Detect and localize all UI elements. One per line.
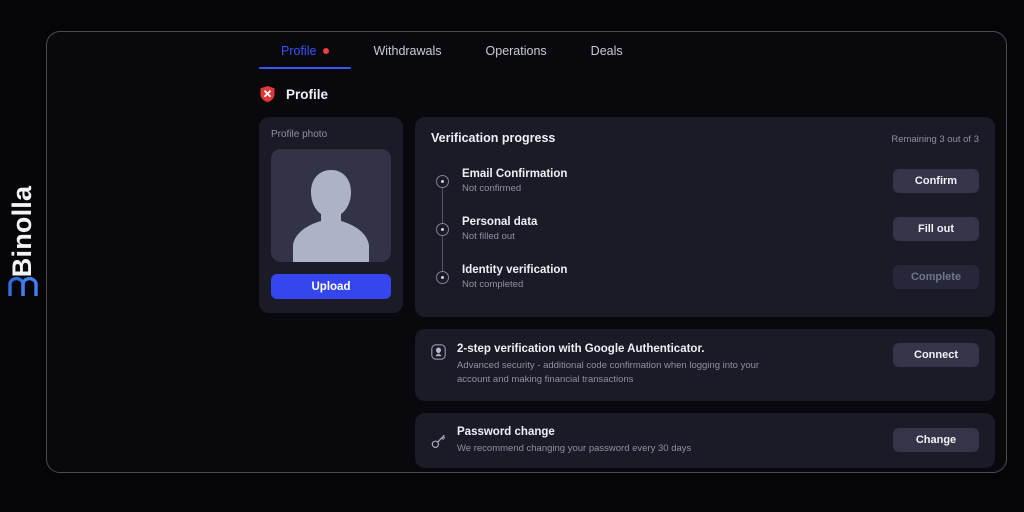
- fill-out-button[interactable]: Fill out: [893, 217, 979, 241]
- password-title: Password change: [457, 426, 879, 438]
- step-title: Identity verification: [462, 264, 893, 276]
- upload-button[interactable]: Upload: [271, 274, 391, 299]
- step-marker-icon: [431, 271, 453, 284]
- step-title: Personal data: [462, 216, 893, 228]
- two-step-title: 2-step verification with Google Authenti…: [457, 343, 879, 355]
- password-description: We recommend changing your password ever…: [457, 442, 777, 456]
- main-frame: Profile Withdrawals Operations Deals Pro…: [46, 31, 1007, 473]
- tab-withdrawals-label: Withdrawals: [373, 44, 441, 58]
- step-status: Not completed: [462, 279, 893, 290]
- tab-operations-label: Operations: [486, 44, 547, 58]
- tab-deals[interactable]: Deals: [569, 38, 645, 69]
- brand-wordmark: Binolla: [8, 185, 39, 276]
- password-change-card: Password change We recommend changing yo…: [415, 413, 995, 469]
- avatar[interactable]: [271, 149, 391, 262]
- connect-button[interactable]: Connect: [893, 343, 979, 367]
- brand-rail: Binolla: [0, 0, 46, 512]
- red-dot-badge-icon: [323, 48, 329, 54]
- complete-button[interactable]: Complete: [893, 265, 979, 289]
- app-screen: Binolla Profile Withdrawals Operations D…: [0, 0, 1024, 512]
- two-step-verification-card: 2-step verification with Google Authenti…: [415, 329, 995, 401]
- verification-progress-panel: Verification progress Remaining 3 out of…: [415, 117, 995, 317]
- tab-withdrawals[interactable]: Withdrawals: [351, 38, 463, 69]
- page-title: Profile: [286, 87, 328, 102]
- user-avatar-placeholder-icon: [271, 149, 391, 262]
- content-area: Profile photo Upload: [259, 117, 995, 468]
- verification-step-identity: Identity verification Not completed Comp…: [431, 253, 979, 301]
- verification-title: Verification progress: [431, 131, 555, 145]
- key-icon: [431, 433, 449, 449]
- authenticator-shield-icon: [431, 344, 449, 360]
- two-step-description: Advanced security - additional code conf…: [457, 359, 777, 387]
- verification-remaining: Remaining 3 out of 3: [891, 134, 979, 145]
- tab-profile-label: Profile: [281, 44, 316, 58]
- page-title-row: Profile: [259, 85, 328, 103]
- profile-photo-card: Profile photo Upload: [259, 117, 403, 313]
- tab-deals-label: Deals: [591, 44, 623, 58]
- step-status: Not confirmed: [462, 183, 893, 194]
- step-marker-icon: [431, 175, 453, 188]
- tab-bar: Profile Withdrawals Operations Deals: [259, 38, 645, 69]
- shield-x-icon: [259, 85, 276, 103]
- tab-profile[interactable]: Profile: [259, 38, 351, 69]
- verification-step-email: Email Confirmation Not confirmed Confirm: [431, 157, 979, 205]
- step-title: Email Confirmation: [462, 168, 893, 180]
- verification-steps: Email Confirmation Not confirmed Confirm…: [431, 157, 979, 301]
- step-status: Not filled out: [462, 231, 893, 242]
- right-column: Verification progress Remaining 3 out of…: [415, 117, 995, 468]
- verification-step-personal-data: Personal data Not filled out Fill out: [431, 205, 979, 253]
- confirm-button[interactable]: Confirm: [893, 169, 979, 193]
- profile-photo-label: Profile photo: [271, 129, 391, 140]
- change-button[interactable]: Change: [893, 428, 979, 452]
- step-marker-icon: [431, 223, 453, 236]
- tab-operations[interactable]: Operations: [464, 38, 569, 69]
